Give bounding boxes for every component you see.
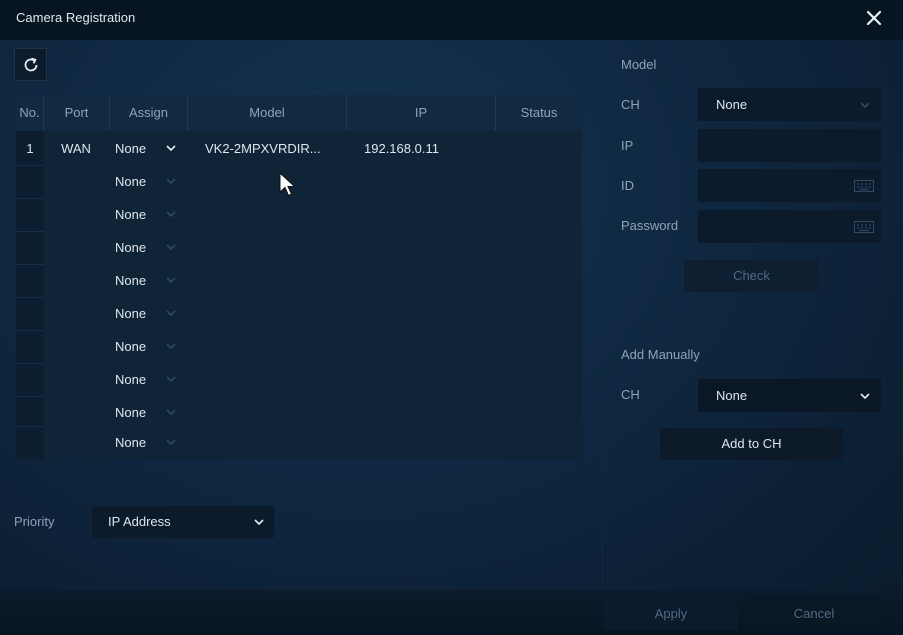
row-divider (16, 297, 44, 298)
table-row[interactable]: 1 WAN None VK2-2MPXVRDIR... 192.168.0.11 (16, 132, 582, 165)
row-divider (16, 396, 44, 397)
assign-value: None (115, 240, 147, 255)
chevron-down-icon[interactable] (166, 408, 176, 416)
assign-value: None (115, 339, 147, 354)
model-section-title: Model (621, 57, 657, 72)
chevron-down-icon[interactable] (166, 438, 176, 446)
assign-value: None (115, 405, 147, 420)
row-divider (16, 264, 44, 265)
close-button[interactable] (862, 6, 886, 30)
close-icon (866, 10, 882, 26)
title-bar: Camera Registration (0, 0, 903, 40)
row-number: 1 (26, 141, 34, 156)
refresh-button[interactable] (14, 48, 47, 81)
panel-divider (602, 40, 603, 635)
chevron-down-icon[interactable] (166, 342, 176, 350)
refresh-icon (24, 57, 38, 72)
table-header: No. Port Assign Model IP Status (16, 95, 582, 131)
chevron-down-icon[interactable] (166, 210, 176, 218)
row-ip: 192.168.0.11 (364, 141, 439, 156)
assign-value: None (115, 207, 147, 222)
window-title: Camera Registration (16, 10, 136, 25)
priority-select[interactable]: IP Address (92, 506, 274, 538)
apply-button[interactable]: Apply (604, 597, 738, 630)
header-no: No. (16, 95, 44, 131)
chevron-down-icon[interactable] (166, 375, 176, 383)
table-row[interactable]: None (16, 363, 582, 396)
ch-label: CH (621, 97, 640, 112)
ch-select[interactable]: None (698, 88, 881, 121)
row-model: VK2-2MPXVRDIR... (205, 141, 321, 156)
chevron-down-icon[interactable] (166, 309, 176, 317)
assign-value: None (115, 174, 147, 189)
header-ip: IP (347, 95, 496, 131)
header-status: Status (520, 105, 558, 120)
ch-value: None (716, 97, 748, 112)
check-button[interactable]: Check (684, 260, 819, 292)
table-row[interactable]: None (16, 426, 582, 459)
keyboard-icon[interactable] (854, 180, 874, 192)
row-divider (16, 231, 44, 232)
row-divider (16, 330, 44, 331)
row-divider (16, 426, 44, 427)
assign-value: None (115, 306, 147, 321)
ip-label: IP (621, 138, 634, 153)
table-row[interactable]: None (16, 198, 582, 231)
password-field[interactable] (698, 210, 881, 243)
chevron-down-icon[interactable] (166, 276, 176, 284)
header-assign: Assign (110, 95, 188, 131)
add-to-ch-button[interactable]: Add to CH (660, 428, 843, 460)
priority-label: Priority (14, 514, 55, 529)
manual-ch-select[interactable]: None (698, 379, 881, 412)
table-row[interactable]: None (16, 264, 582, 297)
keyboard-icon[interactable] (854, 221, 874, 233)
manual-ch-value: None (716, 388, 748, 403)
chevron-down-icon (254, 519, 264, 526)
chevron-down-icon[interactable] (166, 243, 176, 251)
header-model: Model (188, 95, 347, 131)
cancel-button[interactable]: Cancel (747, 597, 881, 630)
priority-value: IP Address (108, 514, 171, 529)
row-divider (16, 165, 44, 166)
table-row[interactable]: None (16, 297, 582, 330)
chevron-down-icon[interactable] (166, 177, 176, 185)
id-field[interactable] (698, 169, 881, 202)
id-label: ID (621, 178, 634, 193)
chevron-down-icon (860, 393, 870, 400)
assign-value: None (115, 435, 147, 450)
assign-value: None (115, 273, 147, 288)
manual-ch-label: CH (621, 387, 640, 402)
table-row[interactable]: None (16, 330, 582, 363)
row-divider (16, 363, 44, 364)
chevron-down-icon (860, 102, 870, 109)
add-manually-title: Add Manually (621, 347, 700, 362)
header-port: Port (44, 95, 110, 131)
table-row[interactable]: None (16, 396, 582, 429)
assign-value: None (115, 141, 147, 156)
password-label: Password (621, 218, 679, 233)
row-port: WAN (61, 141, 91, 156)
chevron-down-icon[interactable] (166, 144, 176, 152)
table-row[interactable]: None (16, 165, 582, 198)
camera-table: No. Port Assign Model IP Status 1 WAN No… (16, 95, 582, 459)
mouse-cursor-icon (279, 172, 296, 197)
ip-field[interactable] (698, 129, 881, 162)
assign-value: None (115, 372, 147, 387)
row-divider (16, 198, 44, 199)
table-row[interactable]: None (16, 231, 582, 264)
